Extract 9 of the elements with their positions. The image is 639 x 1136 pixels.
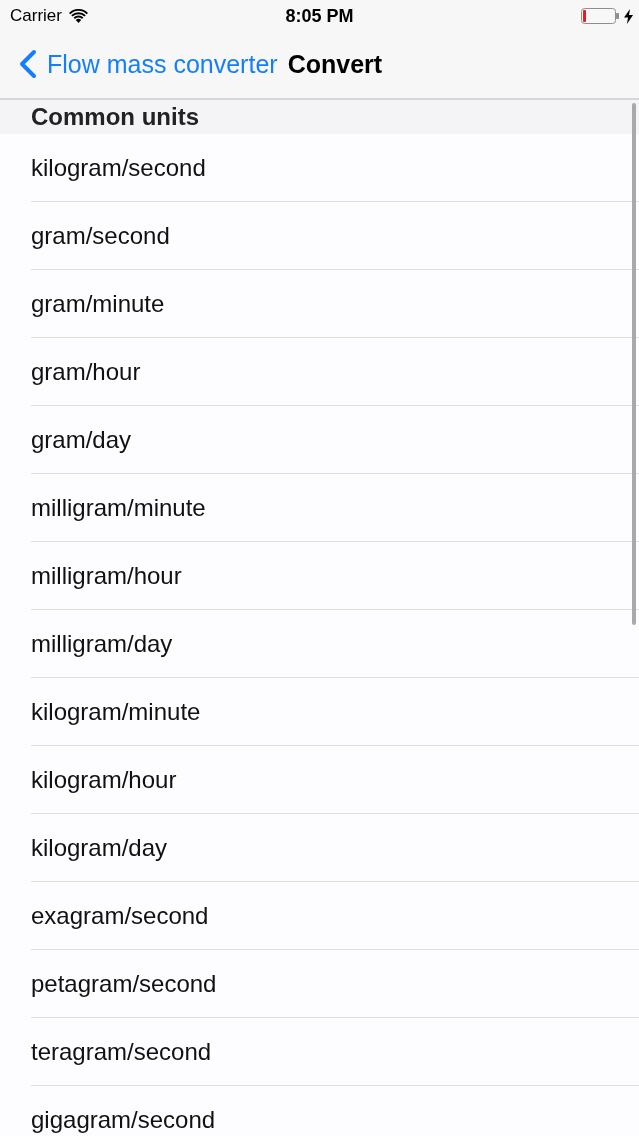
- status-time: 8:05 PM: [285, 5, 354, 27]
- carrier-label: Carrier: [10, 6, 62, 26]
- back-button[interactable]: Flow mass converter: [18, 49, 278, 79]
- battery-icon: [581, 8, 619, 24]
- lightning-bolt-icon: [624, 8, 633, 24]
- section-header-title: Common units: [31, 103, 199, 131]
- wifi-icon: [68, 9, 88, 23]
- chevron-left-icon: [18, 49, 38, 79]
- nav-title: Convert: [287, 49, 383, 79]
